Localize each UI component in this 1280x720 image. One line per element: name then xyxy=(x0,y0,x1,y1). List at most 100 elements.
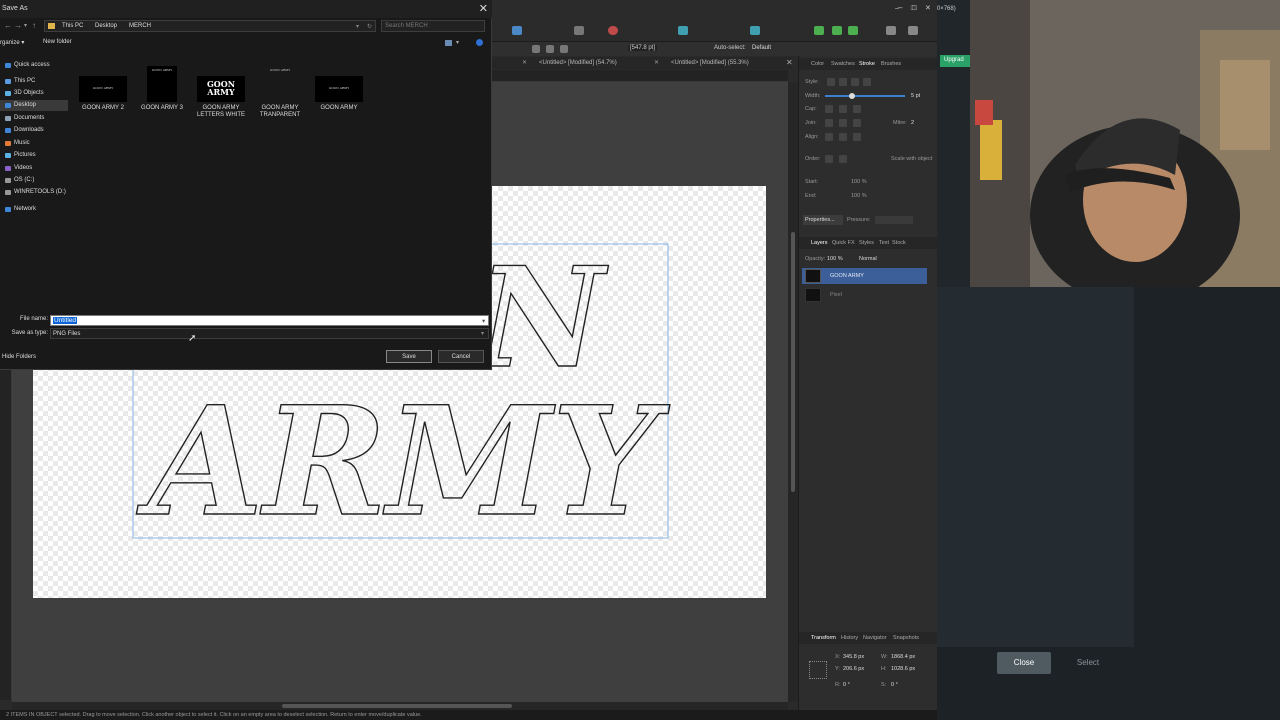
address-bar[interactable]: This PC Desktop MERCH ▾ ↻ xyxy=(44,20,376,32)
close-icon[interactable]: ✕ xyxy=(479,2,488,15)
nav-item-downloads[interactable]: Downloads xyxy=(0,125,68,136)
vertical-scrollbar[interactable] xyxy=(788,82,798,702)
align-center-icon[interactable] xyxy=(546,45,554,53)
tab-stock[interactable]: Stock xyxy=(892,240,906,246)
scroll-thumb[interactable] xyxy=(791,232,795,492)
tab-swatches[interactable]: Swatches xyxy=(831,61,855,67)
file-item[interactable]: GOON ARMY GOON ARMY 2 xyxy=(73,76,133,112)
breadcrumb-merch[interactable]: MERCH xyxy=(129,23,151,29)
view-options-icon[interactable] xyxy=(445,40,452,46)
x-value[interactable]: 345.8 px xyxy=(843,654,864,660)
mitre-value[interactable]: 2 xyxy=(911,120,914,126)
cap-butt-icon[interactable] xyxy=(825,105,833,113)
tab-color[interactable]: Color xyxy=(811,61,824,67)
save-button[interactable]: Save xyxy=(386,350,432,363)
w-value[interactable]: 1868.4 px xyxy=(891,654,915,660)
tab-layers[interactable]: Layers xyxy=(811,240,828,246)
tab-text[interactable]: Text xyxy=(879,240,889,246)
nav-item-network[interactable]: Network xyxy=(0,204,68,215)
align-center-stroke-icon[interactable] xyxy=(839,133,847,141)
y-value[interactable]: 206.6 px xyxy=(843,666,864,672)
breadcrumb-this-pc[interactable]: This PC xyxy=(62,23,83,29)
tab-brushes[interactable]: Brushes xyxy=(881,61,901,67)
order-front-icon[interactable] xyxy=(825,155,833,163)
tab-stroke[interactable]: Stroke xyxy=(859,61,875,67)
persona-icon[interactable] xyxy=(512,26,522,35)
cap-round-icon[interactable] xyxy=(839,105,847,113)
nav-item-videos[interactable]: Videos xyxy=(0,163,68,174)
tab-document-2[interactable]: ✕ <Untitled> [Modified] (55.3%) xyxy=(654,59,749,66)
nav-item-3d-objects[interactable]: 3D Objects xyxy=(0,88,68,99)
horizontal-ruler[interactable] xyxy=(492,70,788,82)
nav-item-documents[interactable]: Documents xyxy=(0,113,68,124)
blend-mode-dropdown[interactable]: Normal xyxy=(859,256,877,262)
h-value[interactable]: 1028.6 px xyxy=(891,666,915,672)
nav-item-winretools-d[interactable]: WINRETOOLS (D:) xyxy=(0,187,68,198)
tab-styles[interactable]: Styles xyxy=(859,240,874,246)
stroke-solid-icon[interactable] xyxy=(839,78,847,86)
tab-quick-fx[interactable]: Quick FX xyxy=(832,240,855,246)
join-miter-icon[interactable] xyxy=(825,119,833,127)
align-inside-icon[interactable] xyxy=(825,133,833,141)
cancel-button[interactable]: Cancel xyxy=(438,350,484,363)
layer-row-selected[interactable]: GOON ARMY xyxy=(802,268,927,284)
stroke-brush-icon[interactable] xyxy=(863,78,871,86)
width-slider-handle[interactable] xyxy=(849,93,855,99)
file-item[interactable]: GOON ARMY GOON ARMY 3 xyxy=(132,66,192,112)
transform-tool-icon[interactable] xyxy=(574,26,584,35)
boolean-intersect-icon[interactable] xyxy=(848,26,858,35)
stroke-dash-icon[interactable] xyxy=(851,78,859,86)
stroke-width-readout[interactable]: [547.8 pt] xyxy=(628,45,658,51)
tab-transform[interactable]: Transform xyxy=(811,635,836,641)
tab-navigator[interactable]: Navigator xyxy=(863,635,887,641)
opacity-value[interactable]: 100 % xyxy=(827,256,843,262)
align-right-icon[interactable] xyxy=(560,45,568,53)
r-value[interactable]: 0 ° xyxy=(843,682,850,688)
width-slider[interactable] xyxy=(825,95,905,97)
align-left-icon[interactable] xyxy=(532,45,540,53)
nav-item-music[interactable]: Music xyxy=(0,138,68,149)
stroke-none-icon[interactable] xyxy=(827,78,835,86)
forward-icon[interactable]: → xyxy=(14,21,22,30)
width-value[interactable]: 5 pt xyxy=(911,93,920,99)
select-button[interactable]: Select xyxy=(1061,652,1115,674)
chevron-down-icon[interactable]: ▾ xyxy=(24,22,27,29)
chevron-down-icon[interactable]: ▾ xyxy=(481,330,484,337)
properties-button[interactable]: Properties... xyxy=(803,215,843,225)
close-button[interactable]: Close xyxy=(997,652,1051,674)
layer-row[interactable]: Pixel xyxy=(802,287,927,303)
chevron-down-icon[interactable]: ▾ xyxy=(356,23,359,30)
view-icon[interactable] xyxy=(886,26,896,35)
up-icon[interactable]: ↑ xyxy=(32,21,36,30)
chevron-down-icon[interactable]: ▾ xyxy=(456,39,459,46)
nav-item-os-c[interactable]: OS (C:) xyxy=(0,175,68,186)
file-item[interactable]: GOON ARMY GOON ARMY TRANPARENT xyxy=(250,66,310,119)
boolean-subtract-icon[interactable] xyxy=(832,26,842,35)
cap-square-icon[interactable] xyxy=(853,105,861,113)
user-icon[interactable] xyxy=(908,26,918,35)
tab-history[interactable]: History xyxy=(841,635,858,641)
organize-menu[interactable]: rganize ▾ xyxy=(0,39,24,46)
nav-item-pictures[interactable]: Pictures xyxy=(0,150,68,161)
end-pct[interactable]: 100 % xyxy=(851,193,867,199)
refresh-icon[interactable]: ↻ xyxy=(367,23,372,30)
upgrade-button[interactable]: Upgrad xyxy=(940,55,974,67)
order-back-icon[interactable] xyxy=(839,155,847,163)
nav-item-this-pc[interactable]: This PC xyxy=(0,76,68,87)
tab-snapshots[interactable]: Snapshots xyxy=(893,635,919,641)
start-pct[interactable]: 100 % xyxy=(851,179,867,185)
boolean-add-icon[interactable] xyxy=(814,26,824,35)
scroll-thumb[interactable] xyxy=(282,704,512,708)
hide-folders-toggle[interactable]: Hide Folders xyxy=(2,354,36,360)
anchor-grid-icon[interactable] xyxy=(809,661,827,679)
scale-with-object-label[interactable]: Scale with object xyxy=(891,156,932,162)
nav-item-quick-access[interactable]: Quick access xyxy=(0,60,68,71)
file-item[interactable]: GOON ARMY GOON ARMY LETTERS WHITE xyxy=(191,76,251,119)
file-item[interactable]: GOON ARMY GOON ARMY xyxy=(309,76,369,112)
window-maximize-icon[interactable]: □ xyxy=(911,5,915,12)
search-input[interactable]: Search MERCH xyxy=(381,20,485,32)
align-outside-icon[interactable] xyxy=(853,133,861,141)
nav-item-desktop[interactable]: Desktop xyxy=(0,100,68,111)
join-bevel-icon[interactable] xyxy=(853,119,861,127)
new-folder-button[interactable]: New folder xyxy=(43,39,72,45)
